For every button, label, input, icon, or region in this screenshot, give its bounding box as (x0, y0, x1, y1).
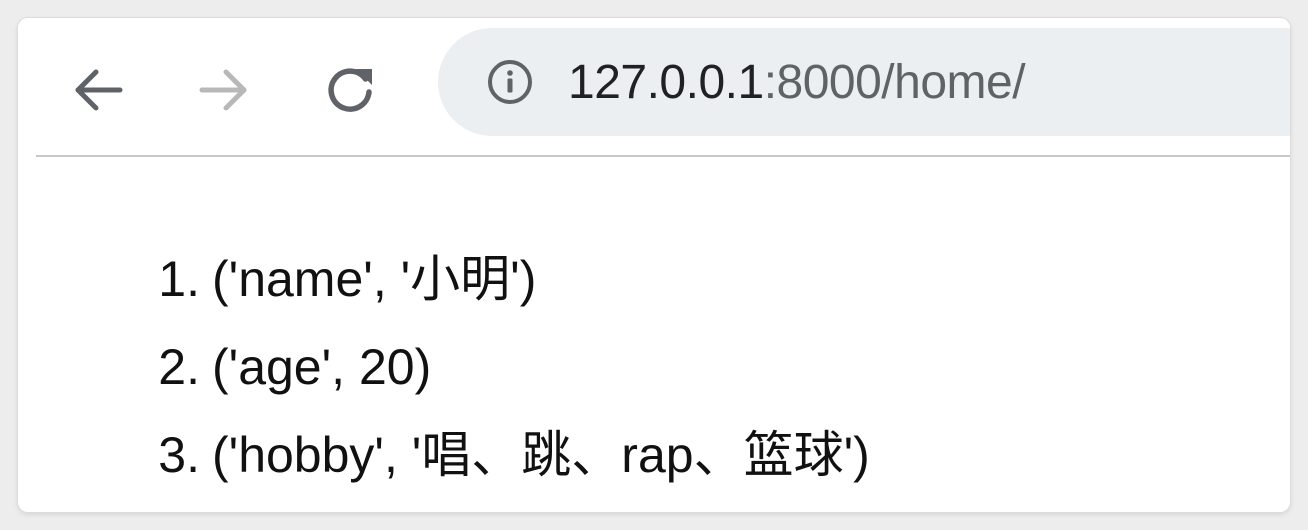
reload-icon (320, 60, 380, 120)
url-text[interactable]: 127.0.0.1:8000/home/ (568, 55, 1026, 110)
url-host: 127.0.0.1 (568, 55, 764, 109)
browser-toolbar: 127.0.0.1:8000/home/ (18, 18, 1290, 156)
list-item-number: 1. (158, 251, 200, 307)
info-circle-icon[interactable] (484, 56, 536, 108)
browser-window: 127.0.0.1:8000/home/ 1. ('name', '小明') 2.… (18, 18, 1290, 512)
list-item-number: 3. (158, 427, 200, 483)
back-button[interactable] (62, 54, 134, 126)
reload-button[interactable] (314, 54, 386, 126)
list-item: 3. ('hobby', '唱、跳、rap、篮球') (128, 411, 870, 499)
arrow-right-icon (196, 62, 252, 118)
ordered-list: 1. ('name', '小明') 2. ('age', 20) 3. ('hobby… (128, 235, 870, 499)
list-item-text: ('age', 20) (212, 339, 432, 395)
forward-button[interactable] (188, 54, 260, 126)
list-item: 2. ('age', 20) (128, 323, 870, 411)
arrow-left-icon (70, 62, 126, 118)
page-content: 1. ('name', '小明') 2. ('age', 20) 3. ('hobby… (18, 157, 1290, 512)
list-item-text: ('hobby', '唱、跳、rap、篮球') (212, 427, 870, 483)
address-bar[interactable]: 127.0.0.1:8000/home/ (438, 28, 1290, 136)
url-path: :8000/home/ (763, 55, 1026, 109)
list-item: 1. ('name', '小明') (128, 235, 870, 323)
list-item-text: ('name', '小明') (212, 251, 537, 307)
list-item-number: 2. (158, 339, 200, 395)
